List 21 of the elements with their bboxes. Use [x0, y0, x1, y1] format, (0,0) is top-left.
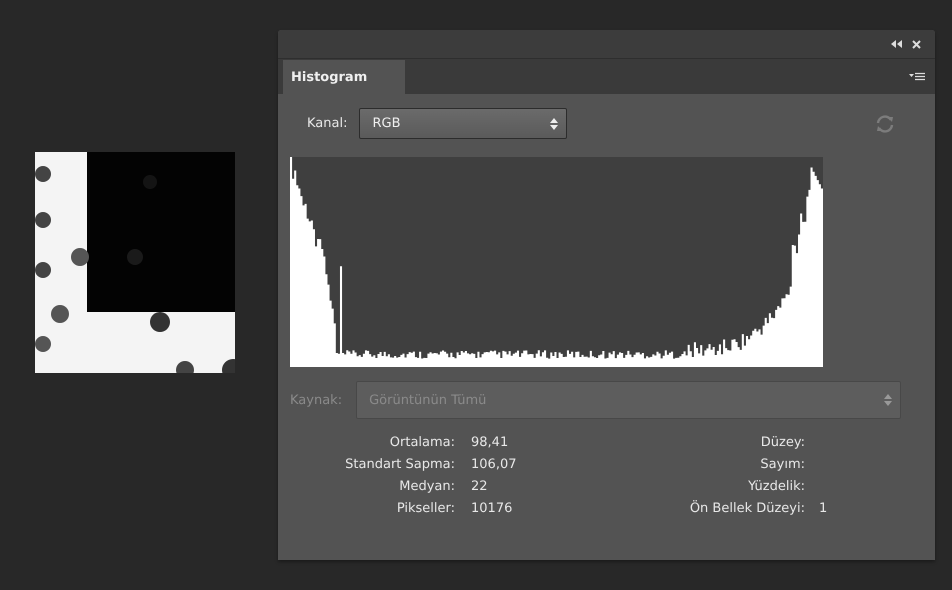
- stat-label: Düzey:: [760, 435, 805, 450]
- stat-value: 98,41: [470, 435, 510, 450]
- stat-label: Pikseller:: [396, 501, 455, 516]
- stat-label: Sayım:: [759, 457, 805, 472]
- close-icon[interactable]: [912, 40, 921, 48]
- stat-value: 106,07: [470, 457, 518, 472]
- channel-dropdown[interactable]: RGB: [359, 108, 568, 139]
- collapse-icon[interactable]: [891, 40, 902, 48]
- stepper-icon: [550, 118, 558, 130]
- stat-label: Standart Sapma:: [344, 457, 455, 472]
- stat-label: Yüzdelik:: [747, 479, 805, 494]
- stepper-icon: [884, 394, 892, 406]
- menu-icon[interactable]: [909, 72, 925, 82]
- panel-tab[interactable]: Histogram: [283, 60, 405, 94]
- channel-label: Kanal:: [307, 116, 348, 131]
- stat-value: 22: [470, 479, 489, 494]
- stat-label: Ortalama:: [388, 435, 455, 450]
- stat-value: 10176: [470, 501, 514, 516]
- stat-label: Ön Bellek Düzeyi:: [688, 501, 805, 516]
- stat-value: 1: [818, 501, 828, 516]
- stat-label: Medyan:: [398, 479, 455, 494]
